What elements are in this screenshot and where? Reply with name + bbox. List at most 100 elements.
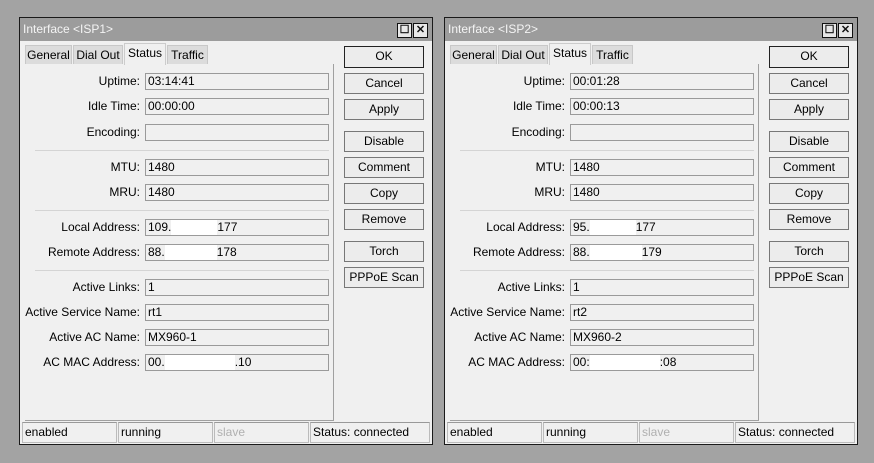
encoding-field[interactable]: [570, 124, 754, 141]
comment-button[interactable]: Comment: [769, 157, 849, 178]
idle-time-value: 00:00:13: [573, 99, 620, 113]
mtu-field[interactable]: 1480: [570, 159, 754, 176]
idle-time-field[interactable]: 00:00:13: [570, 98, 754, 115]
ac-mac-address-value-suffix: .10: [234, 355, 252, 369]
redacted-block: [164, 355, 235, 370]
tab-dial-out[interactable]: Dial Out: [498, 45, 548, 64]
active-links-field[interactable]: 1: [145, 279, 329, 296]
apply-button[interactable]: Apply: [344, 99, 424, 120]
tab-traffic[interactable]: Traffic: [167, 45, 208, 64]
active-service-name-field[interactable]: rt1: [145, 304, 329, 321]
status-bar-cell: slave: [639, 422, 734, 443]
apply-button[interactable]: Apply: [769, 99, 849, 120]
window-title-bar[interactable]: Interface <ISP1>: [20, 18, 432, 41]
status-bar-cell: running: [118, 422, 213, 443]
uptime-label: Uptime:: [98, 74, 140, 88]
mtu-field[interactable]: 1480: [145, 159, 329, 176]
copy-button[interactable]: Copy: [344, 183, 424, 204]
active-service-name-label: Active Service Name:: [25, 305, 140, 319]
active-links-label: Active Links:: [72, 280, 140, 294]
active-links-field[interactable]: 1: [570, 279, 754, 296]
separator: [35, 270, 329, 271]
encoding-field[interactable]: [145, 124, 329, 141]
local-address-value: 95.: [573, 220, 590, 234]
tab-status[interactable]: Status: [124, 43, 166, 65]
redacted-block: [589, 355, 660, 370]
tab-general[interactable]: General: [450, 45, 497, 64]
uptime-field[interactable]: 00:01:28: [570, 73, 754, 90]
remove-button[interactable]: Remove: [344, 209, 424, 230]
separator: [35, 150, 329, 151]
pppoe-scan-button[interactable]: PPPoE Scan: [769, 267, 849, 288]
ac-mac-address-field[interactable]: 00. .10: [145, 354, 329, 371]
separator: [35, 210, 329, 211]
mru-label: MRU:: [109, 185, 140, 199]
status-bar-cell: Status: connected: [735, 422, 855, 443]
remote-address-value-suffix: 179: [641, 245, 662, 259]
tab-general[interactable]: General: [25, 45, 72, 64]
ok-button[interactable]: OK: [769, 46, 849, 68]
comment-button[interactable]: Comment: [344, 157, 424, 178]
status-bar-cell: slave: [214, 422, 309, 443]
uptime-value: 00:01:28: [573, 74, 620, 88]
pppoe-scan-button[interactable]: PPPoE Scan: [344, 267, 424, 288]
local-address-field[interactable]: 109. 177: [145, 219, 329, 236]
encoding-label: Encoding:: [86, 125, 140, 139]
mru-field[interactable]: 1480: [570, 184, 754, 201]
active-service-name-field[interactable]: rt2: [570, 304, 754, 321]
active-service-name-label: Active Service Name:: [450, 305, 565, 319]
remote-address-value-suffix: 178: [216, 245, 237, 259]
remote-address-label: Remote Address:: [472, 245, 565, 259]
local-address-label: Local Address:: [486, 220, 565, 234]
mtu-value: 1480: [148, 160, 175, 174]
ok-button[interactable]: OK: [344, 46, 424, 68]
interface-window: Interface <ISP1> ☐ ✕ General Dial Out Status T…: [19, 17, 433, 445]
mru-value: 1480: [573, 185, 600, 199]
separator: [460, 270, 754, 271]
remove-button[interactable]: Remove: [769, 209, 849, 230]
tab-status[interactable]: Status: [549, 43, 591, 65]
ac-mac-address-field[interactable]: 00::08: [570, 354, 754, 371]
idle-time-field[interactable]: 00:00:00: [145, 98, 329, 115]
uptime-field[interactable]: 03:14:41: [145, 73, 329, 90]
ac-mac-address-label: AC MAC Address:: [43, 355, 140, 369]
idle-time-label: Idle Time:: [87, 99, 140, 113]
tab-dial-out[interactable]: Dial Out: [73, 45, 123, 64]
mtu-label: MTU:: [535, 160, 565, 174]
maximize-button[interactable]: ☐: [397, 23, 412, 38]
status-bar-cell: enabled: [22, 422, 117, 443]
status-bar-cell: Status: connected: [310, 422, 430, 443]
ac-mac-address-value-suffix: :08: [659, 355, 677, 369]
redacted-block: [589, 245, 642, 260]
mru-field[interactable]: 1480: [145, 184, 329, 201]
tab-traffic[interactable]: Traffic: [592, 45, 633, 64]
active-ac-name-field[interactable]: MX960-1: [145, 329, 329, 346]
redacted-block: [164, 245, 217, 260]
separator: [460, 150, 754, 151]
active-ac-name-field[interactable]: MX960-2: [570, 329, 754, 346]
ac-mac-address-value: 00.: [148, 355, 165, 369]
torch-button[interactable]: Torch: [769, 241, 849, 262]
active-links-value: 1: [148, 280, 155, 294]
disable-button[interactable]: Disable: [344, 131, 424, 152]
status-panel: Uptime: 03:14:41 Idle Time: 00:00:00 Encodin…: [25, 64, 334, 421]
active-ac-name-label: Active AC Name:: [474, 330, 565, 344]
remote-address-field[interactable]: 88. 179: [570, 244, 754, 261]
close-button[interactable]: ✕: [413, 23, 428, 38]
mru-value: 1480: [148, 185, 175, 199]
window-title-bar[interactable]: Interface <ISP2>: [445, 18, 857, 41]
status-bar-cell: enabled: [447, 422, 542, 443]
local-address-value: 109.: [148, 220, 172, 234]
remote-address-field[interactable]: 88. 178: [145, 244, 329, 261]
disable-button[interactable]: Disable: [769, 131, 849, 152]
active-ac-name-value: MX960-2: [573, 330, 622, 344]
idle-time-label: Idle Time:: [512, 99, 565, 113]
close-button[interactable]: ✕: [838, 23, 853, 38]
redacted-block: [589, 220, 636, 235]
cancel-button[interactable]: Cancel: [769, 73, 849, 94]
cancel-button[interactable]: Cancel: [344, 73, 424, 94]
local-address-field[interactable]: 95. 177: [570, 219, 754, 236]
copy-button[interactable]: Copy: [769, 183, 849, 204]
torch-button[interactable]: Torch: [344, 241, 424, 262]
maximize-button[interactable]: ☐: [822, 23, 837, 38]
